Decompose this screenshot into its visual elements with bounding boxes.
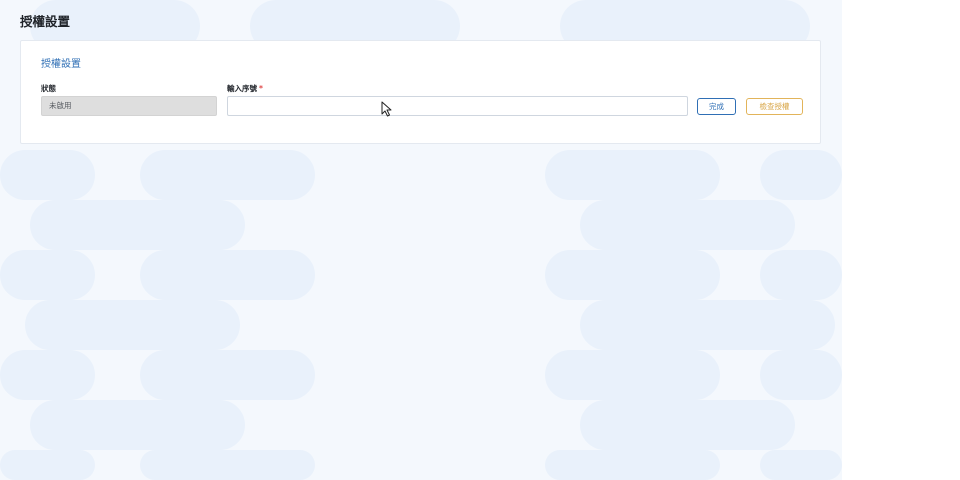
- serial-label-text: 輸入序號: [227, 84, 257, 93]
- serial-number-input[interactable]: [227, 96, 688, 116]
- mouse-pointer-icon: [381, 101, 392, 117]
- status-field: 未啟用: [41, 96, 217, 116]
- required-mark: *: [259, 84, 263, 93]
- done-button[interactable]: 完成: [697, 98, 736, 115]
- card-title: 授權設置: [41, 59, 81, 70]
- check-license-button[interactable]: 檢查授權: [746, 98, 803, 115]
- page-title: 授權設置: [20, 14, 71, 29]
- license-settings-card: 授權設置 狀態 未啟用 輸入序號 * 完成 檢查授權: [20, 40, 821, 144]
- serial-label: 輸入序號 *: [227, 83, 263, 94]
- status-label: 狀態: [41, 84, 56, 93]
- app-window: 授權設置 授權設置 狀態 未啟用 輸入序號 * 完成 檢查授權: [0, 0, 842, 480]
